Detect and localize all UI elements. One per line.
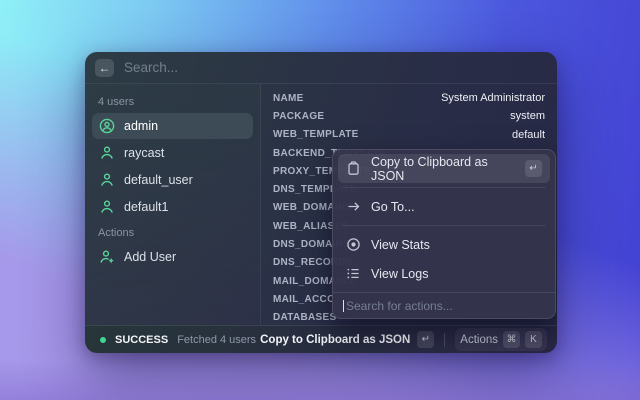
- return-key-badge: ↵: [417, 331, 434, 348]
- user-plus-icon: [99, 249, 115, 265]
- detail-value: System Administrator: [441, 92, 545, 104]
- menu-item-label: Go To...: [371, 200, 415, 214]
- sidebar-item-label: Add User: [124, 250, 176, 264]
- sidebar-item-label: default1: [124, 200, 168, 214]
- user-icon: [99, 145, 115, 161]
- menu-item-label: Copy to Clipboard as JSON: [371, 155, 505, 183]
- menu-separator: [342, 225, 546, 226]
- search-input[interactable]: Search...: [124, 60, 178, 75]
- sidebar-item-admin[interactable]: admin: [92, 113, 253, 139]
- actions-button[interactable]: Actions ⌘ K: [455, 328, 547, 351]
- section-label-actions: Actions: [92, 221, 253, 244]
- menu-item-view-logs[interactable]: View Logs: [338, 259, 550, 288]
- actions-menu: Copy to Clipboard as JSON ↵ Go To...: [332, 149, 556, 319]
- detail-value: system: [510, 110, 545, 122]
- primary-action-button[interactable]: Copy to Clipboard as JSON: [260, 334, 410, 346]
- menu-item-label: View Logs: [371, 267, 428, 281]
- detail-key: NAME: [273, 93, 304, 104]
- user-circle-icon: [99, 118, 115, 134]
- sidebar-item-default_user[interactable]: default_user: [92, 167, 253, 193]
- menu-item-view-stats[interactable]: View Stats: [338, 230, 550, 259]
- users-sidebar: 4 users admin raycast: [85, 84, 261, 325]
- sidebar-item-default1[interactable]: default1: [92, 194, 253, 220]
- menu-item-copy-json[interactable]: Copy to Clipboard as JSON ↵: [338, 154, 550, 183]
- section-label-users: 4 users: [92, 90, 253, 113]
- back-button[interactable]: ←: [95, 59, 114, 77]
- actions-search-placeholder: Search for actions...: [346, 299, 453, 313]
- detail-key: DATABASES: [273, 312, 336, 323]
- detail-key: WEB_TEMPLATE: [273, 129, 359, 140]
- k-key-badge: K: [525, 331, 542, 348]
- detail-row: NAME System Administrator: [273, 89, 545, 107]
- detail-value: default: [512, 129, 545, 141]
- user-icon: [99, 199, 115, 215]
- detail-row: WEB_TEMPLATE default: [273, 126, 545, 144]
- back-arrow-icon: ←: [99, 61, 111, 75]
- arrow-right-icon: [346, 199, 361, 214]
- divider: [444, 333, 445, 347]
- detail-row: PACKAGE system: [273, 107, 545, 125]
- target-icon: [346, 237, 361, 252]
- sidebar-item-label: default_user: [124, 173, 193, 187]
- detail-key: PACKAGE: [273, 111, 324, 122]
- menu-separator: [342, 187, 546, 188]
- command-key-badge: ⌘: [503, 331, 520, 348]
- launcher-window: ← Search... 4 users admin: [85, 52, 557, 353]
- sidebar-item-label: admin: [124, 119, 158, 133]
- sidebar-item-label: raycast: [124, 146, 164, 160]
- status-message: Fetched 4 users: [177, 334, 256, 346]
- search-bar: ← Search...: [85, 52, 557, 84]
- return-key-badge: ↵: [525, 160, 542, 177]
- menu-item-go-to[interactable]: Go To...: [338, 192, 550, 221]
- text-caret: [343, 300, 344, 312]
- menu-item-label: View Stats: [371, 238, 430, 252]
- list-icon: [346, 266, 361, 281]
- sidebar-item-raycast[interactable]: raycast: [92, 140, 253, 166]
- status-dot-icon: [100, 337, 106, 343]
- status-label: SUCCESS: [115, 334, 168, 346]
- actions-search-field[interactable]: Search for actions...: [333, 292, 555, 318]
- sidebar-item-add-user[interactable]: Add User: [92, 244, 253, 270]
- clipboard-icon: [346, 161, 361, 176]
- user-icon: [99, 172, 115, 188]
- status-bar: SUCCESS Fetched 4 users Copy to Clipboar…: [85, 325, 557, 353]
- actions-button-label: Actions: [460, 334, 498, 346]
